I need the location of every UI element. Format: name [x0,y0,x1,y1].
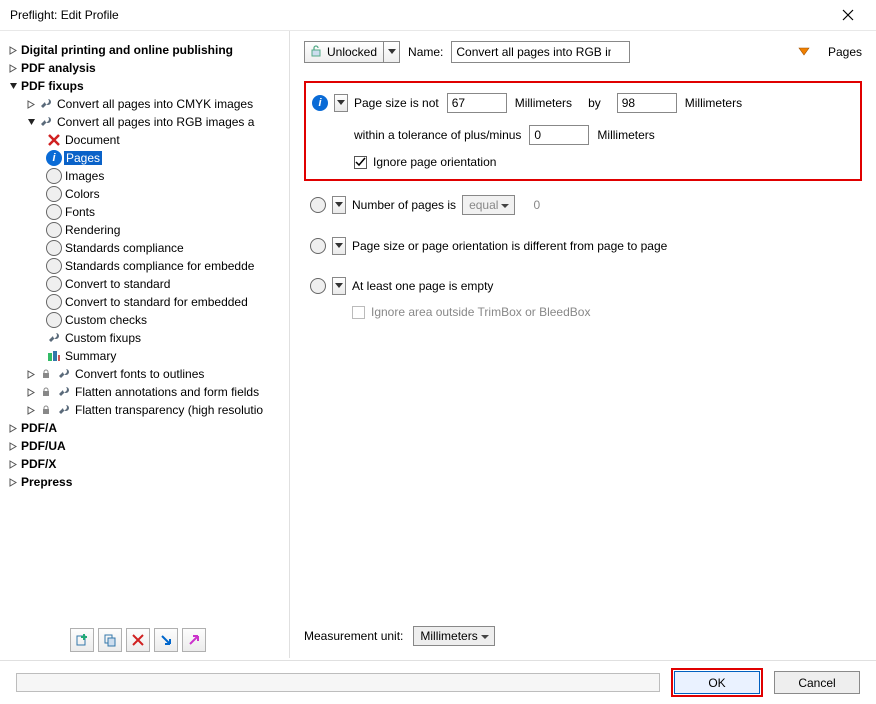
cancel-button[interactable]: Cancel [774,671,860,694]
height-input[interactable] [617,93,677,113]
tree-flatten-annotations[interactable]: Flatten annotations and form fields [6,383,289,401]
severity-dropdown[interactable] [334,94,348,112]
tree-pages[interactable]: iPages [6,149,289,167]
severity-dropdown[interactable] [332,237,346,255]
height-unit: Millimeters [685,96,742,110]
empty-icon [46,240,62,256]
info-icon: i [312,95,328,111]
page-diff-label: Page size or page orientation is differe… [352,239,667,253]
window-title: Preflight: Edit Profile [8,8,828,22]
pages-label: Pages [828,45,862,59]
tree-pdfx[interactable]: PDF/X [6,455,289,473]
tree-document[interactable]: Document [6,131,289,149]
width-unit: Millimeters [515,96,572,110]
tree-pdf-analysis[interactable]: PDF analysis [6,59,289,77]
lock-icon [38,402,54,418]
tree-convert-cmyk[interactable]: Convert all pages into CMYK images [6,95,289,113]
empty-icon [310,238,326,254]
num-pages-value: 0 [533,198,540,212]
tolerance-label: within a tolerance of plus/minus [354,128,521,142]
severity-dropdown[interactable] [332,196,346,214]
empty-icon [46,204,62,220]
wrench-icon [56,384,72,400]
panel-empty-page: At least one page is empty Ignore area o… [304,277,862,319]
lock-icon [38,384,54,400]
tree-pdfa[interactable]: PDF/A [6,419,289,437]
delete-button[interactable] [126,628,150,652]
by-label: by [588,96,601,110]
tree-custom-checks[interactable]: Custom checks [6,311,289,329]
empty-icon [46,168,62,184]
wrench-icon [38,114,54,130]
empty-icon [46,186,62,202]
wrench-icon [46,330,62,346]
empty-icon [46,294,62,310]
empty-icon [310,278,326,294]
profile-name-input[interactable] [451,41,630,63]
empty-icon [46,258,62,274]
tree-colors[interactable]: Colors [6,185,289,203]
unlock-icon [309,44,323,61]
tree-pdfua[interactable]: PDF/UA [6,437,289,455]
ok-button[interactable]: OK [674,671,760,694]
tree-prepress[interactable]: Prepress [6,473,289,491]
close-button[interactable] [828,0,868,30]
num-pages-mode-select[interactable]: equal [462,195,515,215]
width-input[interactable] [447,93,507,113]
tree-standards-embedded[interactable]: Standards compliance for embedde [6,257,289,275]
tree-convert-standard-embedded[interactable]: Convert to standard for embedded [6,293,289,311]
panel-num-pages: Number of pages is equal 0 [304,195,862,215]
tree-digital-printing[interactable]: Digital printing and online publishing [6,41,289,59]
add-button[interactable] [70,628,94,652]
export-button[interactable] [182,628,206,652]
severity-dropdown[interactable] [332,277,346,295]
measurement-unit-select[interactable]: Millimeters [413,626,494,646]
tree-images[interactable]: Images [6,167,289,185]
wrench-icon [56,402,72,418]
tree-pdf-fixups[interactable]: PDF fixups [6,77,289,95]
ignore-trimbox-checkbox[interactable] [352,306,365,319]
tree-convert-rgb[interactable]: Convert all pages into RGB images a [6,113,289,131]
tree-custom-fixups[interactable]: Custom fixups [6,329,289,347]
empty-page-label: At least one page is empty [352,279,493,293]
num-pages-label: Number of pages is [352,198,456,212]
tree-toolbar [0,622,289,658]
tolerance-unit: Millimeters [597,128,654,142]
name-label: Name: [408,45,443,59]
duplicate-button[interactable] [98,628,122,652]
dropdown-triangle-icon[interactable] [798,46,810,60]
empty-icon [46,222,62,238]
tree-flatten-transparency[interactable]: Flatten transparency (high resolutio [6,401,289,419]
chevron-down-icon[interactable] [383,42,399,62]
ignore-trimbox-label: Ignore area outside TrimBox or BleedBox [371,305,590,319]
panel-page-diff: Page size or page orientation is differe… [304,237,862,255]
wrench-icon [56,366,72,382]
panel-page-size: i Page size is not Millimeters by Millim… [304,81,862,181]
info-icon: i [46,150,62,166]
profile-tree[interactable]: Digital printing and online publishing P… [0,39,289,622]
import-button[interactable] [154,628,178,652]
tree-rendering[interactable]: Rendering [6,221,289,239]
wrench-icon [38,96,54,112]
tree-fonts[interactable]: Fonts [6,203,289,221]
ignore-orientation-checkbox[interactable] [354,156,367,169]
lock-icon [38,366,54,382]
summary-icon [46,348,62,364]
tree-convert-fonts[interactable]: Convert fonts to outlines [6,365,289,383]
empty-icon [46,312,62,328]
tree-convert-standard[interactable]: Convert to standard [6,275,289,293]
status-bar [16,673,660,692]
measurement-label: Measurement unit: [304,629,403,643]
empty-icon [46,276,62,292]
tree-standards-compliance[interactable]: Standards compliance [6,239,289,257]
error-x-icon [46,132,62,148]
empty-icon [310,197,326,213]
lock-state-dropdown[interactable]: Unlocked [304,41,400,63]
page-size-label: Page size is not [354,96,439,110]
tolerance-input[interactable] [529,125,589,145]
tree-summary[interactable]: Summary [6,347,289,365]
ignore-orientation-label: Ignore page orientation [373,155,496,169]
